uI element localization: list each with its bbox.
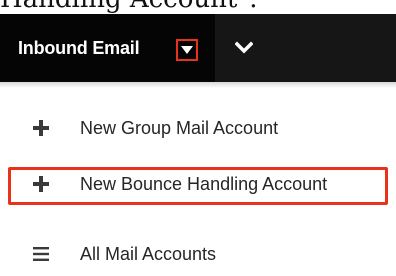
menu-item-label: New Group Mail Account [80, 118, 279, 138]
menu-item-label: All Mail Accounts [80, 244, 217, 264]
inbound-email-tab[interactable]: Inbound Email [0, 14, 215, 82]
caret-dropdown-button[interactable] [176, 39, 198, 61]
inbound-email-tab-label: Inbound Email [18, 38, 140, 58]
list-icon [33, 247, 49, 261]
caret-down-icon [181, 46, 193, 54]
menu-item-all-mail-accounts[interactable]: All Mail Accounts [0, 232, 396, 276]
menu-shadow [0, 82, 396, 88]
menu-item-new-group-mail-account[interactable]: New Group Mail Account [0, 106, 396, 150]
plus-icon [33, 120, 49, 136]
highlight-annotation [8, 167, 388, 205]
chevron-down-icon [235, 41, 253, 54]
more-tabs-button[interactable] [226, 32, 262, 64]
page-heading: Handling Account". [0, 0, 396, 14]
navbar: Inbound Email [0, 14, 396, 82]
